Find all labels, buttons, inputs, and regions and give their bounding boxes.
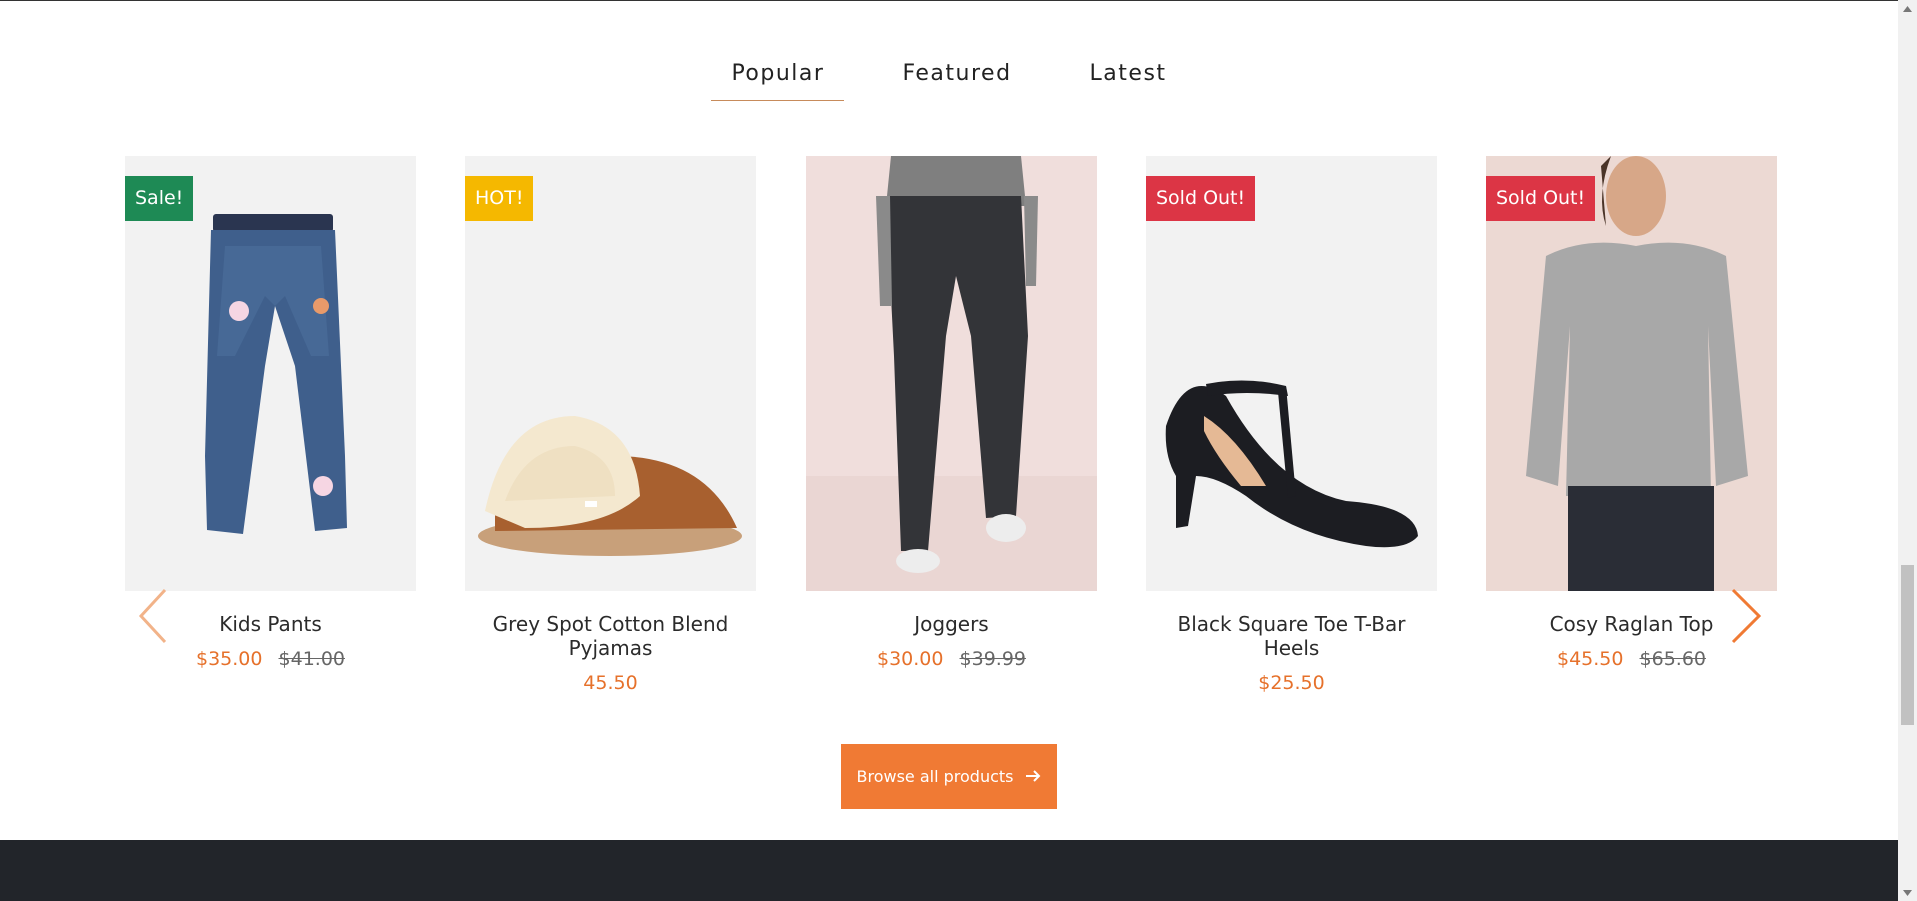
current-price: $30.00: [876, 648, 944, 670]
old-price: $65.60: [1639, 648, 1706, 670]
tab-featured[interactable]: Featured: [882, 55, 1031, 101]
scrollbar-thumb[interactable]: [1901, 565, 1914, 725]
carousel-prev-button[interactable]: [135, 586, 175, 646]
carousel-next-button[interactable]: [1725, 586, 1765, 646]
current-price: $35.00: [195, 648, 263, 670]
joggers-image: [806, 156, 1097, 591]
product-image[interactable]: Sold Out!: [1146, 156, 1437, 591]
scroll-up-icon[interactable]: [1898, 0, 1917, 17]
product-card[interactable]: Sold Out! Black Square Toe T-Bar Heels $…: [1146, 156, 1437, 694]
product-price: 45.50: [465, 672, 756, 694]
top-divider: [0, 0, 1898, 1]
product-tabs: Popular Featured Latest: [0, 55, 1898, 101]
status-badge: Sold Out!: [1146, 176, 1256, 221]
status-badge: Sold Out!: [1486, 176, 1596, 221]
old-price: $41.00: [278, 648, 345, 670]
status-badge: HOT!: [465, 176, 534, 221]
page-scrollbar[interactable]: [1898, 0, 1917, 901]
slipper-image: [465, 156, 756, 591]
current-price: $25.50: [1258, 672, 1325, 694]
current-price: 45.50: [583, 672, 638, 694]
current-price: $45.50: [1556, 648, 1624, 670]
tab-popular[interactable]: Popular: [711, 55, 845, 101]
product-carousel: Sale! Kids Pants $35.00 $41.00 HOT! Grey…: [125, 156, 1777, 716]
arrow-right-icon: [1025, 767, 1042, 786]
heels-image: [1146, 156, 1437, 591]
browse-all-products-button[interactable]: Browse all products: [841, 744, 1057, 809]
product-name[interactable]: Grey Spot Cotton Blend Pyjamas: [465, 612, 756, 660]
sweater-image: [1486, 156, 1777, 591]
product-card[interactable]: HOT! Grey Spot Cotton Blend Pyjamas 45.5…: [465, 156, 756, 694]
browse-button-label: Browse all products: [856, 767, 1014, 786]
jeans-image: [125, 156, 416, 591]
product-image[interactable]: [806, 156, 1097, 591]
site-footer: [0, 840, 1898, 901]
status-badge: Sale!: [125, 176, 194, 221]
scroll-down-icon[interactable]: [1898, 884, 1917, 901]
product-card[interactable]: Joggers $30.00 $39.99: [806, 156, 1097, 670]
product-image[interactable]: Sale!: [125, 156, 416, 591]
chevron-left-icon: [138, 588, 167, 644]
product-name[interactable]: Black Square Toe T-Bar Heels: [1146, 612, 1437, 660]
chevron-right-icon: [1731, 588, 1762, 644]
product-price: $45.50 $65.60: [1486, 648, 1777, 670]
product-price: $25.50: [1146, 672, 1437, 694]
product-image[interactable]: HOT!: [465, 156, 756, 591]
product-price: $35.00 $41.00: [125, 648, 416, 670]
product-image[interactable]: Sold Out!: [1486, 156, 1777, 591]
product-price: $30.00 $39.99: [806, 648, 1097, 670]
tab-latest[interactable]: Latest: [1070, 55, 1187, 101]
product-name[interactable]: Joggers: [806, 612, 1097, 636]
old-price: $39.99: [959, 648, 1026, 670]
